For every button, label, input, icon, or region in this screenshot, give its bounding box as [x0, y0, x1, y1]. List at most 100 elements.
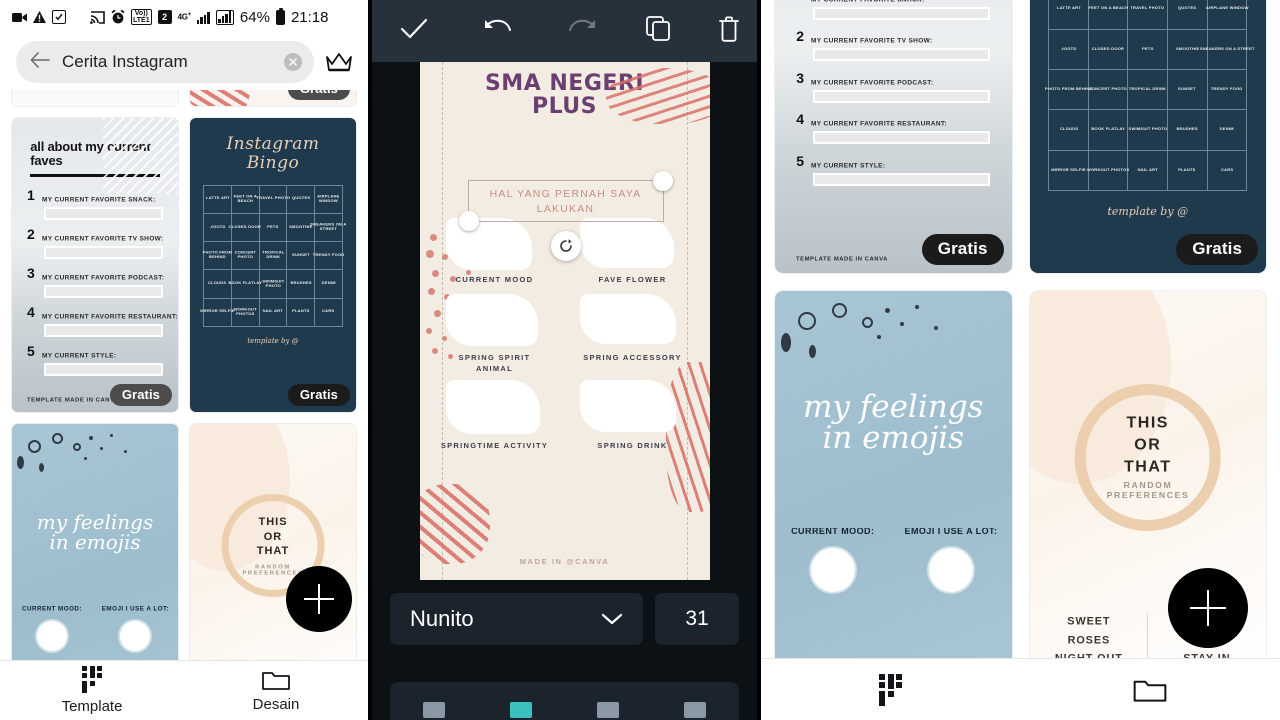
bingo-cell: NAIL ART: [1128, 150, 1169, 191]
faves-item: 4 MY CURRENT FAVORITE RESTAURANT:: [796, 111, 991, 145]
faves-label: MY CURRENT STYLE:: [41, 351, 117, 359]
template-card-instagram-bingo[interactable]: Instagram Bingo LATTE ARTFEET ON A BEACH…: [190, 118, 356, 412]
bingo-title-line2: Bingo: [246, 153, 300, 174]
answer-circle: [37, 621, 68, 652]
selected-text-element[interactable]: HAL YANG PERNAH SAYA LAKUKAN: [458, 171, 673, 261]
editor-canvas-area[interactable]: SMA NEGERI PLUS CURRENT MOOD FAVE FLOWER…: [372, 62, 757, 580]
confetti-dot: [441, 254, 448, 260]
resize-handle-bottom-left[interactable]: [458, 211, 479, 231]
answer-field: [43, 323, 164, 337]
editor-toolbar: [372, 0, 757, 62]
duplicate-button[interactable]: [624, 0, 694, 62]
bingo-cell: WORKOUT PHOTOS: [231, 298, 260, 327]
search-query-text[interactable]: Cerita Instagram: [62, 52, 272, 72]
template-card-all-about-my-current-faves[interactable]: all about my current faves 1MY CURRENT F…: [12, 118, 178, 412]
answer-blob: [579, 380, 676, 432]
emojis-top-row: CURRENT MOOD: EMOJI I USE A LOT:: [775, 529, 1012, 593]
cast-icon: [90, 10, 105, 24]
tool-icon[interactable]: [597, 702, 620, 718]
confetti-dot: [431, 270, 439, 277]
tool-icon[interactable]: [684, 702, 707, 718]
canvas-label[interactable]: CURRENT MOOD: [440, 274, 550, 285]
nav-label: Desain: [252, 695, 300, 713]
status-badge: Gratis: [1176, 234, 1258, 266]
add-button[interactable]: [1168, 568, 1248, 648]
4g-icon: 4G+: [177, 12, 192, 22]
confetti-dot: [427, 288, 435, 295]
scribble-decoration: [665, 362, 710, 512]
confetti-dot: [433, 310, 441, 317]
rotate-handle[interactable]: [550, 231, 581, 261]
answer-field: [813, 48, 991, 62]
video-camera-icon: [12, 12, 27, 23]
confetti-dot: [425, 328, 432, 334]
check-icon: [399, 17, 429, 46]
template-card-instagram-bingo[interactable]: Instagram Bingo LATTE ARTFEET ON A BEACH…: [1029, 0, 1266, 274]
template-grid-scroll[interactable]: all about my current faves 1MY CURRENT F…: [761, 0, 1280, 658]
bingo-cell: LATTE ART: [1049, 0, 1089, 30]
trash-icon: [717, 15, 741, 47]
status-badge: Gratis: [287, 383, 350, 406]
tool-icon[interactable]: [422, 702, 445, 718]
canva-credit: TEMPLATE MADE IN CANVA: [796, 254, 889, 262]
font-family-select[interactable]: Nunito: [390, 593, 643, 645]
bingo-cell: BOOK FLATLAY: [1088, 110, 1129, 151]
tot-line2: OR: [1134, 436, 1162, 454]
font-size-input[interactable]: 31: [655, 593, 739, 645]
left-phone-panel: Vo)) LTE1 2 4G+ 64% 21:18 Cerita Instagra…: [0, 0, 368, 720]
add-button[interactable]: [286, 566, 352, 632]
nav-item-template[interactable]: Template: [0, 665, 184, 715]
this-or-that-title: THIS OR THAT RANDOM PREFERENCES: [1085, 413, 1210, 502]
confirm-button[interactable]: [372, 0, 456, 62]
editor-tool-row[interactable]: [390, 682, 739, 720]
faves-number: 4: [796, 111, 805, 128]
tot-subtitle-2: PREFERENCES: [1106, 492, 1190, 501]
template-card-all-about-my-current-faves[interactable]: all about my current faves 1MY CURRENT F…: [775, 0, 1012, 274]
canvas-label[interactable]: SPRING SPIRIT ANIMAL: [440, 352, 550, 375]
faves-number: 5: [796, 152, 805, 169]
crown-icon[interactable]: [324, 51, 354, 73]
faves-item: 4 MY CURRENT FAVORITE RESTAURANT:: [27, 304, 178, 337]
nav-item-desain[interactable]: [1021, 677, 1280, 703]
answer-field: [813, 6, 991, 20]
template-card-my-feelings-in-emojis[interactable]: my feelings in emojis CURRENT MOOD: EMOJ…: [775, 291, 1012, 658]
signal-bars-boxed-icon: [215, 9, 234, 25]
search-bar: Cerita Instagram: [0, 34, 368, 90]
selected-text-value: HAL YANG PERNAH SAYA LAKUKAN: [489, 188, 642, 216]
bingo-cell: CLOUDS: [1049, 110, 1089, 151]
bingo-cell: PHOTO FROM BEHIND: [1045, 69, 1092, 111]
folder-icon: [262, 669, 290, 691]
delete-button[interactable]: [694, 0, 757, 62]
back-arrow-icon[interactable]: [30, 52, 50, 72]
redo-button[interactable]: [540, 0, 624, 62]
clear-icon[interactable]: [284, 53, 302, 71]
resize-handle-top-right[interactable]: [652, 171, 673, 191]
confetti-dot: [425, 250, 434, 258]
canvas-label[interactable]: SPRING ACCESSORY: [578, 352, 688, 363]
design-canvas[interactable]: SMA NEGERI PLUS CURRENT MOOD FAVE FLOWER…: [419, 62, 710, 580]
bingo-cell: CLOSED DOOR: [229, 213, 261, 243]
bingo-cell: SUNSET: [1168, 69, 1208, 111]
canvas-label[interactable]: FAVE FLOWER: [578, 274, 688, 285]
bingo-artwork: Instagram Bingo LATTE ARTFEET ON A BEACH…: [1029, 0, 1266, 274]
template-card[interactable]: MADE IN @CANVA Gratis: [190, 90, 356, 106]
template-card-my-feelings-in-emojis[interactable]: my feelings in emojis CURRENT MOOD: EMOJ…: [12, 423, 178, 660]
nav-item-desain[interactable]: Desain: [184, 669, 368, 713]
faves-number: 3: [796, 69, 805, 86]
search-input[interactable]: Cerita Instagram: [16, 41, 314, 83]
canvas-label[interactable]: SPRING DRINK: [578, 440, 688, 451]
tool-icon[interactable]: [509, 702, 532, 718]
faves-item: 5 MY CURRENT STYLE:: [27, 343, 164, 376]
bingo-cell: CLOSED DOOR: [1088, 29, 1129, 70]
faves-item: 3 MY CURRENT FAVORITE PODCAST:: [27, 265, 164, 298]
undo-button[interactable]: [456, 0, 540, 62]
canvas-label[interactable]: SPRINGTIME ACTIVITY: [440, 440, 550, 451]
faves-number: 1: [796, 0, 811, 3]
bingo-cell: TROPICAL DRINK: [259, 242, 288, 271]
template-card[interactable]: [12, 90, 178, 106]
nav-item-template[interactable]: [761, 673, 1021, 706]
bingo-cell: PETS: [259, 213, 288, 243]
hatch-decoration: [103, 118, 178, 195]
emojis-artwork: my feelings in emojis CURRENT MOOD: EMOJ…: [12, 423, 178, 660]
battery-icon: [275, 7, 285, 25]
